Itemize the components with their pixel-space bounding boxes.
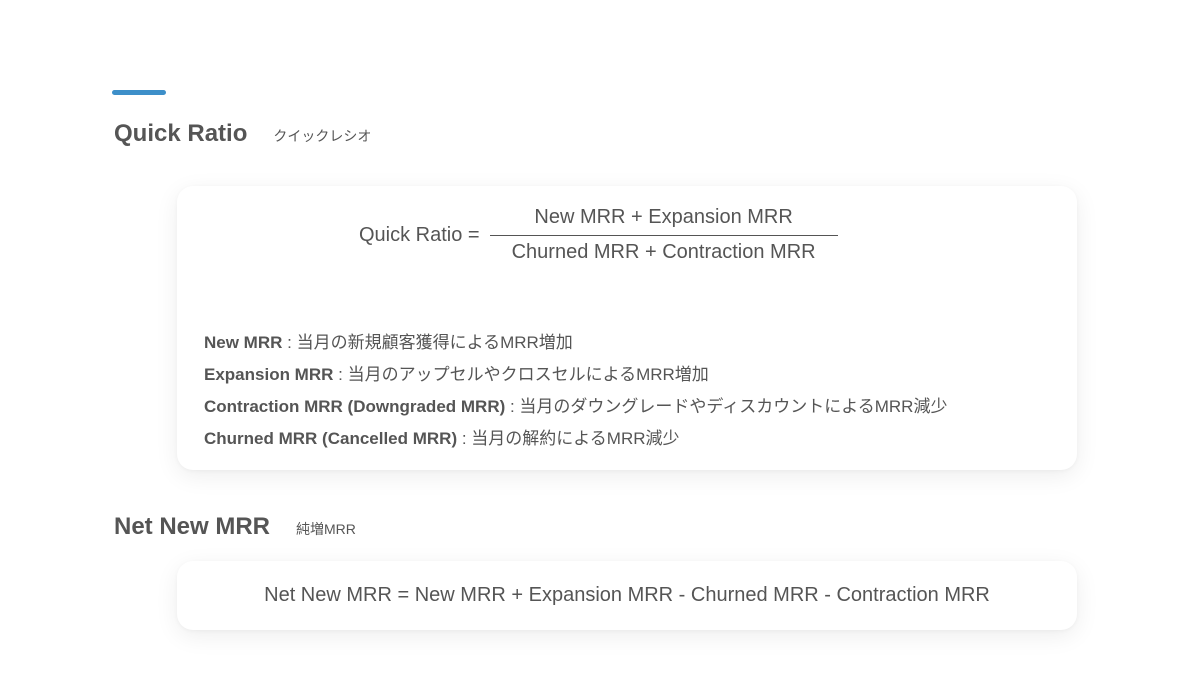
definition-item: New MRR : 当月の新規顧客獲得によるMRR増加: [204, 327, 947, 359]
definition-term: New MRR: [204, 333, 283, 352]
definition-desc: : 当月の解約によるMRR減少: [457, 429, 680, 448]
quick-ratio-subtitle: クイックレシオ: [273, 128, 372, 144]
definition-desc: : 当月の新規顧客獲得によるMRR増加: [282, 333, 573, 352]
definition-item: Churned MRR (Cancelled MRR) : 当月の解約によるMR…: [204, 423, 947, 455]
definition-term: Churned MRR (Cancelled MRR): [204, 429, 458, 448]
net-new-mrr-formula: Net New MRR = New MRR + Expansion MRR - …: [264, 584, 990, 606]
definition-item: Contraction MRR (Downgraded MRR) : 当月のダウ…: [204, 391, 947, 423]
formula-numerator: New MRR + Expansion MRR: [534, 206, 793, 228]
quick-ratio-card: Quick Ratio = New MRR + Expansion MRR Ch…: [177, 186, 1077, 470]
quick-ratio-title: Quick Ratio: [114, 120, 248, 147]
definition-term: Expansion MRR: [204, 365, 334, 384]
net-new-mrr-subtitle: 純増MRR: [296, 521, 356, 537]
net-new-mrr-heading: Net New MRR 純増MRR: [114, 513, 356, 541]
quick-ratio-formula: Quick Ratio = New MRR + Expansion MRR Ch…: [359, 206, 838, 264]
definition-desc: : 当月のアップセルやクロスセルによるMRR増加: [333, 365, 709, 384]
formula-lhs: Quick Ratio =: [359, 223, 480, 246]
formula-fraction: New MRR + Expansion MRR Churned MRR + Co…: [489, 206, 838, 264]
net-new-mrr-title: Net New MRR: [114, 513, 271, 540]
quick-ratio-heading: Quick Ratio クイックレシオ: [114, 120, 371, 148]
formula-denominator: Churned MRR + Contraction MRR: [511, 241, 816, 263]
definition-list: New MRR : 当月の新規顧客獲得によるMRR増加 Expansion MR…: [204, 327, 947, 455]
definition-item: Expansion MRR : 当月のアップセルやクロスセルによるMRR増加: [204, 359, 947, 391]
net-new-mrr-card: Net New MRR = New MRR + Expansion MRR - …: [177, 561, 1077, 630]
definition-term: Contraction MRR (Downgraded MRR): [204, 397, 506, 416]
definition-desc: : 当月のダウングレードやディスカウントによるMRR減少: [505, 397, 948, 416]
accent-bar: [112, 90, 166, 95]
